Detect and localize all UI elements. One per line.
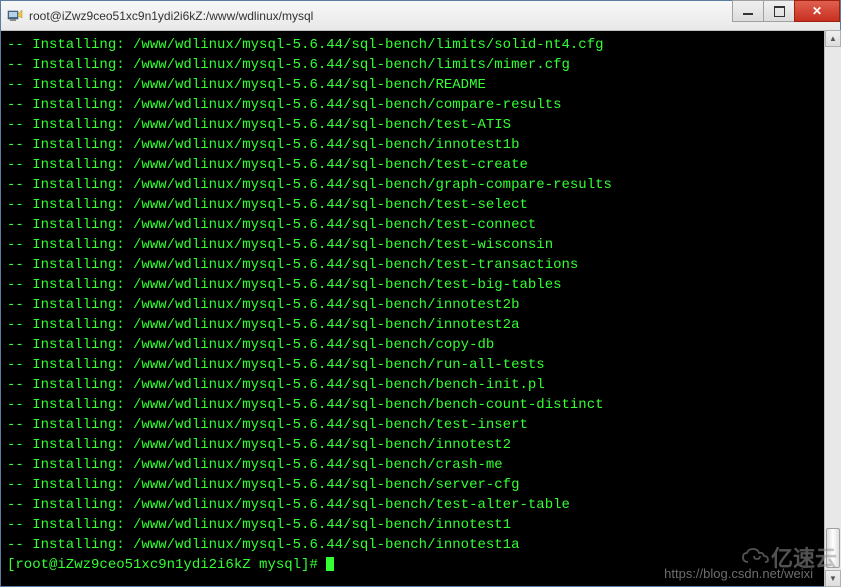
scroll-up-button[interactable]: ▲ (825, 30, 841, 47)
minimize-button[interactable] (732, 0, 764, 22)
terminal-line: -- Installing: /www/wdlinux/mysql-5.6.44… (7, 115, 834, 135)
terminal-line: -- Installing: /www/wdlinux/mysql-5.6.44… (7, 375, 834, 395)
terminal-prompt[interactable]: [root@iZwz9ceo51xc9n1ydi2i6kZ mysql]# (7, 555, 834, 575)
terminal-line: -- Installing: /www/wdlinux/mysql-5.6.44… (7, 415, 834, 435)
window-title: root@iZwz9ceo51xc9n1ydi2i6kZ:/www/wdlinu… (29, 9, 732, 23)
terminal-line: -- Installing: /www/wdlinux/mysql-5.6.44… (7, 255, 834, 275)
terminal-line: -- Installing: /www/wdlinux/mysql-5.6.44… (7, 175, 834, 195)
scroll-thumb[interactable] (826, 528, 840, 568)
terminal-line: -- Installing: /www/wdlinux/mysql-5.6.44… (7, 395, 834, 415)
terminal-line: -- Installing: /www/wdlinux/mysql-5.6.44… (7, 75, 834, 95)
terminal-line: -- Installing: /www/wdlinux/mysql-5.6.44… (7, 155, 834, 175)
terminal-output[interactable]: -- Installing: /www/wdlinux/mysql-5.6.44… (1, 31, 840, 586)
terminal-line: -- Installing: /www/wdlinux/mysql-5.6.44… (7, 455, 834, 475)
terminal-line: -- Installing: /www/wdlinux/mysql-5.6.44… (7, 355, 834, 375)
terminal-line: -- Installing: /www/wdlinux/mysql-5.6.44… (7, 535, 834, 555)
terminal-line: -- Installing: /www/wdlinux/mysql-5.6.44… (7, 435, 834, 455)
titlebar[interactable]: root@iZwz9ceo51xc9n1ydi2i6kZ:/www/wdlinu… (1, 1, 840, 31)
terminal-line: -- Installing: /www/wdlinux/mysql-5.6.44… (7, 495, 834, 515)
terminal-line: -- Installing: /www/wdlinux/mysql-5.6.44… (7, 55, 834, 75)
terminal-line: -- Installing: /www/wdlinux/mysql-5.6.44… (7, 235, 834, 255)
vertical-scrollbar[interactable]: ▲ ▼ (824, 30, 841, 587)
terminal-line: -- Installing: /www/wdlinux/mysql-5.6.44… (7, 135, 834, 155)
terminal-line: -- Installing: /www/wdlinux/mysql-5.6.44… (7, 335, 834, 355)
terminal-window: root@iZwz9ceo51xc9n1ydi2i6kZ:/www/wdlinu… (0, 0, 841, 587)
terminal-line: -- Installing: /www/wdlinux/mysql-5.6.44… (7, 95, 834, 115)
scroll-track[interactable] (825, 47, 841, 570)
terminal-line: -- Installing: /www/wdlinux/mysql-5.6.44… (7, 515, 834, 535)
terminal-line: -- Installing: /www/wdlinux/mysql-5.6.44… (7, 295, 834, 315)
terminal-line: -- Installing: /www/wdlinux/mysql-5.6.44… (7, 475, 834, 495)
terminal-line: -- Installing: /www/wdlinux/mysql-5.6.44… (7, 315, 834, 335)
terminal-line: -- Installing: /www/wdlinux/mysql-5.6.44… (7, 35, 834, 55)
close-button[interactable] (794, 0, 840, 22)
terminal-line: -- Installing: /www/wdlinux/mysql-5.6.44… (7, 195, 834, 215)
window-controls (732, 1, 840, 30)
cursor (326, 557, 334, 571)
putty-icon (7, 8, 23, 24)
maximize-button[interactable] (763, 0, 795, 22)
terminal-line: -- Installing: /www/wdlinux/mysql-5.6.44… (7, 275, 834, 295)
scroll-down-button[interactable]: ▼ (825, 570, 841, 587)
terminal-line: -- Installing: /www/wdlinux/mysql-5.6.44… (7, 215, 834, 235)
